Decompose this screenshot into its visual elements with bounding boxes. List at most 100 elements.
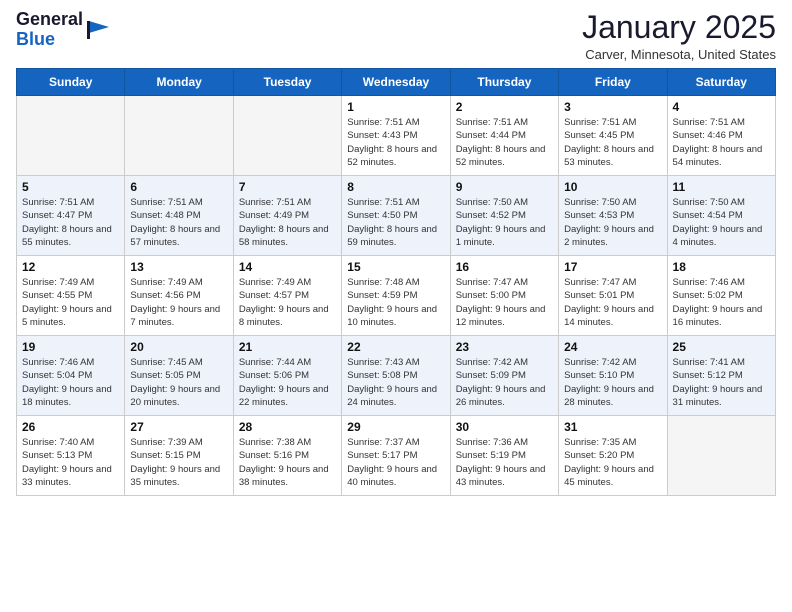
day-number: 16 [456, 260, 553, 274]
calendar-cell: 12 Sunrise: 7:49 AMSunset: 4:55 PMDayligh… [17, 256, 125, 336]
day-number: 12 [22, 260, 119, 274]
calendar-week-4: 19Sunrise: 7:46 AMSunset: 5:04 PMDayligh… [17, 336, 776, 416]
day-number: 26 [22, 420, 119, 434]
calendar-cell: 10 Sunrise: 7:50 AMSunset: 4:53 PMDayligh… [559, 176, 667, 256]
calendar-cell [17, 96, 125, 176]
day-number: 8 [347, 180, 444, 194]
calendar-cell: 21Sunrise: 7:44 AMSunset: 5:06 PMDayligh… [233, 336, 341, 416]
day-info: Sunrise: 7:43 AMSunset: 5:08 PMDaylight:… [347, 356, 444, 409]
calendar-cell: 14Sunrise: 7:49 AMSunset: 4:57 PMDayligh… [233, 256, 341, 336]
day-info: Sunrise: 7:51 AMSunset: 4:43 PMDaylight:… [347, 116, 444, 169]
calendar-cell: 25Sunrise: 7:41 AMSunset: 5:12 PMDayligh… [667, 336, 775, 416]
calendar-week-2: 5 Sunrise: 7:51 AMSunset: 4:47 PMDaylight… [17, 176, 776, 256]
day-number: 22 [347, 340, 444, 354]
day-number: 17 [564, 260, 661, 274]
month-title: January 2025 [582, 10, 776, 45]
day-number: 24 [564, 340, 661, 354]
calendar-week-3: 12 Sunrise: 7:49 AMSunset: 4:55 PMDayligh… [17, 256, 776, 336]
day-info: Sunrise: 7:36 AMSunset: 5:19 PMDaylight:… [456, 436, 553, 489]
calendar-cell: 22 Sunrise: 7:43 AMSunset: 5:08 PMDayligh… [342, 336, 450, 416]
day-number: 1 [347, 100, 444, 114]
day-info: Sunrise: 7:49 AMSunset: 4:56 PMDaylight:… [130, 276, 227, 329]
day-info: Sunrise: 7:50 AMSunset: 4:53 PMDaylight:… [564, 196, 661, 249]
day-number: 13 [130, 260, 227, 274]
day-info: Sunrise: 7:45 AMSunset: 5:05 PMDaylight:… [130, 356, 227, 409]
day-number: 9 [456, 180, 553, 194]
calendar-cell: 11Sunrise: 7:50 AMSunset: 4:54 PMDayligh… [667, 176, 775, 256]
calendar-cell: 7 Sunrise: 7:51 AMSunset: 4:49 PMDaylight… [233, 176, 341, 256]
day-info: Sunrise: 7:46 AMSunset: 5:02 PMDaylight:… [673, 276, 770, 329]
day-info: Sunrise: 7:49 AMSunset: 4:55 PMDaylight:… [22, 276, 119, 329]
calendar-cell [667, 416, 775, 496]
calendar-cell: 6 Sunrise: 7:51 AMSunset: 4:48 PMDaylight… [125, 176, 233, 256]
day-info: Sunrise: 7:51 AMSunset: 4:49 PMDaylight:… [239, 196, 336, 249]
day-info: Sunrise: 7:51 AMSunset: 4:45 PMDaylight:… [564, 116, 661, 169]
day-info: Sunrise: 7:38 AMSunset: 5:16 PMDaylight:… [239, 436, 336, 489]
day-number: 7 [239, 180, 336, 194]
calendar-cell: 5 Sunrise: 7:51 AMSunset: 4:47 PMDaylight… [17, 176, 125, 256]
day-number: 19 [22, 340, 119, 354]
calendar-cell: 30 Sunrise: 7:36 AMSunset: 5:19 PMDayligh… [450, 416, 558, 496]
day-number: 5 [22, 180, 119, 194]
day-info: Sunrise: 7:50 AMSunset: 4:52 PMDaylight:… [456, 196, 553, 249]
day-info: Sunrise: 7:49 AMSunset: 4:57 PMDaylight:… [239, 276, 336, 329]
day-info: Sunrise: 7:51 AMSunset: 4:46 PMDaylight:… [673, 116, 770, 169]
calendar-cell: 18 Sunrise: 7:46 AMSunset: 5:02 PMDayligh… [667, 256, 775, 336]
day-info: Sunrise: 7:51 AMSunset: 4:47 PMDaylight:… [22, 196, 119, 249]
calendar-table: SundayMondayTuesdayWednesdayThursdayFrid… [16, 68, 776, 496]
calendar-cell: 9 Sunrise: 7:50 AMSunset: 4:52 PMDaylight… [450, 176, 558, 256]
day-number: 10 [564, 180, 661, 194]
day-number: 27 [130, 420, 227, 434]
calendar-cell: 2 Sunrise: 7:51 AMSunset: 4:44 PMDaylight… [450, 96, 558, 176]
weekday-wednesday: Wednesday [342, 69, 450, 96]
day-info: Sunrise: 7:51 AMSunset: 4:50 PMDaylight:… [347, 196, 444, 249]
weekday-monday: Monday [125, 69, 233, 96]
day-number: 4 [673, 100, 770, 114]
logo-flag-icon [85, 19, 113, 41]
day-info: Sunrise: 7:51 AMSunset: 4:44 PMDaylight:… [456, 116, 553, 169]
day-info: Sunrise: 7:42 AMSunset: 5:09 PMDaylight:… [456, 356, 553, 409]
day-number: 23 [456, 340, 553, 354]
day-number: 2 [456, 100, 553, 114]
day-info: Sunrise: 7:40 AMSunset: 5:13 PMDaylight:… [22, 436, 119, 489]
weekday-header-row: SundayMondayTuesdayWednesdayThursdayFrid… [17, 69, 776, 96]
calendar-cell: 20 Sunrise: 7:45 AMSunset: 5:05 PMDayligh… [125, 336, 233, 416]
calendar-cell: 26 Sunrise: 7:40 AMSunset: 5:13 PMDayligh… [17, 416, 125, 496]
weekday-thursday: Thursday [450, 69, 558, 96]
day-number: 20 [130, 340, 227, 354]
calendar-cell: 27Sunrise: 7:39 AMSunset: 5:15 PMDayligh… [125, 416, 233, 496]
calendar-cell: 13 Sunrise: 7:49 AMSunset: 4:56 PMDayligh… [125, 256, 233, 336]
calendar-cell: 17 Sunrise: 7:47 AMSunset: 5:01 PMDayligh… [559, 256, 667, 336]
day-number: 6 [130, 180, 227, 194]
day-info: Sunrise: 7:51 AMSunset: 4:48 PMDaylight:… [130, 196, 227, 249]
day-info: Sunrise: 7:48 AMSunset: 4:59 PMDaylight:… [347, 276, 444, 329]
calendar-cell: 28Sunrise: 7:38 AMSunset: 5:16 PMDayligh… [233, 416, 341, 496]
calendar-cell: 24Sunrise: 7:42 AMSunset: 5:10 PMDayligh… [559, 336, 667, 416]
logo-general-text: General [16, 9, 83, 29]
day-info: Sunrise: 7:35 AMSunset: 5:20 PMDaylight:… [564, 436, 661, 489]
title-block: January 2025 Carver, Minnesota, United S… [582, 10, 776, 62]
day-number: 29 [347, 420, 444, 434]
calendar-week-1: 1 Sunrise: 7:51 AMSunset: 4:43 PMDaylight… [17, 96, 776, 176]
day-info: Sunrise: 7:47 AMSunset: 5:01 PMDaylight:… [564, 276, 661, 329]
calendar-cell: 19Sunrise: 7:46 AMSunset: 5:04 PMDayligh… [17, 336, 125, 416]
calendar-cell: 29 Sunrise: 7:37 AMSunset: 5:17 PMDayligh… [342, 416, 450, 496]
weekday-sunday: Sunday [17, 69, 125, 96]
day-number: 30 [456, 420, 553, 434]
calendar-cell: 16Sunrise: 7:47 AMSunset: 5:00 PMDayligh… [450, 256, 558, 336]
day-number: 3 [564, 100, 661, 114]
calendar-cell: 23 Sunrise: 7:42 AMSunset: 5:09 PMDayligh… [450, 336, 558, 416]
location-text: Carver, Minnesota, United States [582, 47, 776, 62]
day-number: 15 [347, 260, 444, 274]
weekday-tuesday: Tuesday [233, 69, 341, 96]
weekday-friday: Friday [559, 69, 667, 96]
logo: General Blue [16, 10, 113, 50]
calendar-cell: 8 Sunrise: 7:51 AMSunset: 4:50 PMDaylight… [342, 176, 450, 256]
weekday-saturday: Saturday [667, 69, 775, 96]
day-number: 18 [673, 260, 770, 274]
day-info: Sunrise: 7:50 AMSunset: 4:54 PMDaylight:… [673, 196, 770, 249]
calendar-cell: 3 Sunrise: 7:51 AMSunset: 4:45 PMDaylight… [559, 96, 667, 176]
day-number: 21 [239, 340, 336, 354]
day-info: Sunrise: 7:41 AMSunset: 5:12 PMDaylight:… [673, 356, 770, 409]
day-info: Sunrise: 7:37 AMSunset: 5:17 PMDaylight:… [347, 436, 444, 489]
